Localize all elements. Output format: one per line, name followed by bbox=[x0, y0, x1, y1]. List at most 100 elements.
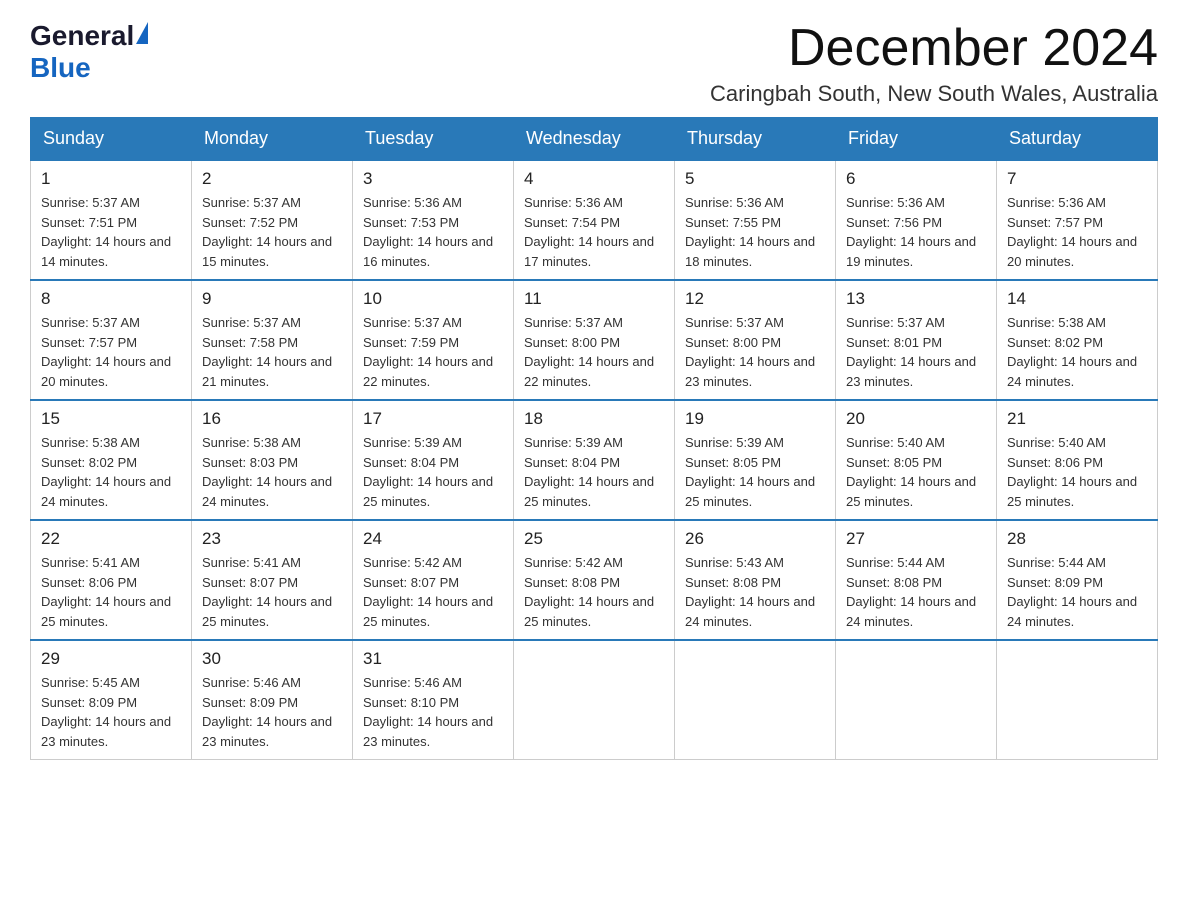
day-info: Sunrise: 5:39 AM Sunset: 8:04 PM Dayligh… bbox=[363, 433, 503, 511]
day-number: 26 bbox=[685, 529, 825, 549]
calendar-cell bbox=[836, 640, 997, 760]
title-block: December 2024 Caringbah South, New South… bbox=[710, 20, 1158, 107]
day-number: 27 bbox=[846, 529, 986, 549]
sunset-text: Sunset: 8:04 PM bbox=[363, 455, 459, 470]
calendar-week-row: 8 Sunrise: 5:37 AM Sunset: 7:57 PM Dayli… bbox=[31, 280, 1158, 400]
day-number: 30 bbox=[202, 649, 342, 669]
sunrise-text: Sunrise: 5:41 AM bbox=[202, 555, 301, 570]
calendar-week-row: 1 Sunrise: 5:37 AM Sunset: 7:51 PM Dayli… bbox=[31, 160, 1158, 280]
day-info: Sunrise: 5:36 AM Sunset: 7:56 PM Dayligh… bbox=[846, 193, 986, 271]
sunrise-text: Sunrise: 5:39 AM bbox=[363, 435, 462, 450]
sunrise-text: Sunrise: 5:36 AM bbox=[685, 195, 784, 210]
day-number: 3 bbox=[363, 169, 503, 189]
sunset-text: Sunset: 7:57 PM bbox=[41, 335, 137, 350]
calendar-cell: 29 Sunrise: 5:45 AM Sunset: 8:09 PM Dayl… bbox=[31, 640, 192, 760]
day-info: Sunrise: 5:46 AM Sunset: 8:10 PM Dayligh… bbox=[363, 673, 503, 751]
sunrise-text: Sunrise: 5:44 AM bbox=[846, 555, 945, 570]
sunrise-text: Sunrise: 5:36 AM bbox=[363, 195, 462, 210]
sunrise-text: Sunrise: 5:37 AM bbox=[41, 195, 140, 210]
calendar-cell: 6 Sunrise: 5:36 AM Sunset: 7:56 PM Dayli… bbox=[836, 160, 997, 280]
daylight-text: Daylight: 14 hours and 23 minutes. bbox=[685, 354, 815, 389]
sunrise-text: Sunrise: 5:41 AM bbox=[41, 555, 140, 570]
sunset-text: Sunset: 8:08 PM bbox=[524, 575, 620, 590]
sunset-text: Sunset: 8:06 PM bbox=[41, 575, 137, 590]
day-info: Sunrise: 5:36 AM Sunset: 7:55 PM Dayligh… bbox=[685, 193, 825, 271]
sunrise-text: Sunrise: 5:39 AM bbox=[685, 435, 784, 450]
day-number: 25 bbox=[524, 529, 664, 549]
sunset-text: Sunset: 8:07 PM bbox=[363, 575, 459, 590]
daylight-text: Daylight: 14 hours and 25 minutes. bbox=[202, 594, 332, 629]
sunset-text: Sunset: 8:01 PM bbox=[846, 335, 942, 350]
sunrise-text: Sunrise: 5:37 AM bbox=[363, 315, 462, 330]
logo-blue-text: Blue bbox=[30, 52, 91, 84]
sunset-text: Sunset: 8:06 PM bbox=[1007, 455, 1103, 470]
day-number: 2 bbox=[202, 169, 342, 189]
daylight-text: Daylight: 14 hours and 19 minutes. bbox=[846, 234, 976, 269]
sunset-text: Sunset: 8:09 PM bbox=[41, 695, 137, 710]
calendar-week-row: 22 Sunrise: 5:41 AM Sunset: 8:06 PM Dayl… bbox=[31, 520, 1158, 640]
daylight-text: Daylight: 14 hours and 15 minutes. bbox=[202, 234, 332, 269]
col-tuesday: Tuesday bbox=[353, 118, 514, 161]
day-info: Sunrise: 5:40 AM Sunset: 8:05 PM Dayligh… bbox=[846, 433, 986, 511]
sunrise-text: Sunrise: 5:44 AM bbox=[1007, 555, 1106, 570]
day-number: 10 bbox=[363, 289, 503, 309]
daylight-text: Daylight: 14 hours and 24 minutes. bbox=[846, 594, 976, 629]
sunset-text: Sunset: 8:08 PM bbox=[685, 575, 781, 590]
day-info: Sunrise: 5:38 AM Sunset: 8:02 PM Dayligh… bbox=[41, 433, 181, 511]
daylight-text: Daylight: 14 hours and 17 minutes. bbox=[524, 234, 654, 269]
sunset-text: Sunset: 7:55 PM bbox=[685, 215, 781, 230]
sunrise-text: Sunrise: 5:37 AM bbox=[41, 315, 140, 330]
day-info: Sunrise: 5:46 AM Sunset: 8:09 PM Dayligh… bbox=[202, 673, 342, 751]
logo: General Blue bbox=[30, 20, 148, 84]
day-number: 5 bbox=[685, 169, 825, 189]
sunrise-text: Sunrise: 5:38 AM bbox=[1007, 315, 1106, 330]
calendar-cell: 15 Sunrise: 5:38 AM Sunset: 8:02 PM Dayl… bbox=[31, 400, 192, 520]
day-number: 31 bbox=[363, 649, 503, 669]
daylight-text: Daylight: 14 hours and 23 minutes. bbox=[846, 354, 976, 389]
daylight-text: Daylight: 14 hours and 20 minutes. bbox=[41, 354, 171, 389]
day-info: Sunrise: 5:37 AM Sunset: 8:00 PM Dayligh… bbox=[524, 313, 664, 391]
day-info: Sunrise: 5:37 AM Sunset: 7:58 PM Dayligh… bbox=[202, 313, 342, 391]
day-info: Sunrise: 5:39 AM Sunset: 8:04 PM Dayligh… bbox=[524, 433, 664, 511]
day-info: Sunrise: 5:36 AM Sunset: 7:54 PM Dayligh… bbox=[524, 193, 664, 271]
calendar-cell: 8 Sunrise: 5:37 AM Sunset: 7:57 PM Dayli… bbox=[31, 280, 192, 400]
day-info: Sunrise: 5:37 AM Sunset: 7:52 PM Dayligh… bbox=[202, 193, 342, 271]
sunrise-text: Sunrise: 5:46 AM bbox=[363, 675, 462, 690]
day-number: 20 bbox=[846, 409, 986, 429]
sunset-text: Sunset: 8:09 PM bbox=[1007, 575, 1103, 590]
sunset-text: Sunset: 7:57 PM bbox=[1007, 215, 1103, 230]
calendar-cell: 11 Sunrise: 5:37 AM Sunset: 8:00 PM Dayl… bbox=[514, 280, 675, 400]
sunset-text: Sunset: 7:58 PM bbox=[202, 335, 298, 350]
day-number: 23 bbox=[202, 529, 342, 549]
sunset-text: Sunset: 7:59 PM bbox=[363, 335, 459, 350]
sunrise-text: Sunrise: 5:36 AM bbox=[1007, 195, 1106, 210]
logo-general-text: General bbox=[30, 20, 148, 52]
calendar-cell: 22 Sunrise: 5:41 AM Sunset: 8:06 PM Dayl… bbox=[31, 520, 192, 640]
daylight-text: Daylight: 14 hours and 25 minutes. bbox=[524, 474, 654, 509]
day-info: Sunrise: 5:45 AM Sunset: 8:09 PM Dayligh… bbox=[41, 673, 181, 751]
daylight-text: Daylight: 14 hours and 23 minutes. bbox=[363, 714, 493, 749]
calendar-cell: 26 Sunrise: 5:43 AM Sunset: 8:08 PM Dayl… bbox=[675, 520, 836, 640]
sunrise-text: Sunrise: 5:38 AM bbox=[202, 435, 301, 450]
calendar-cell: 14 Sunrise: 5:38 AM Sunset: 8:02 PM Dayl… bbox=[997, 280, 1158, 400]
calendar-cell: 13 Sunrise: 5:37 AM Sunset: 8:01 PM Dayl… bbox=[836, 280, 997, 400]
sunset-text: Sunset: 8:00 PM bbox=[685, 335, 781, 350]
day-info: Sunrise: 5:36 AM Sunset: 7:53 PM Dayligh… bbox=[363, 193, 503, 271]
daylight-text: Daylight: 14 hours and 16 minutes. bbox=[363, 234, 493, 269]
day-info: Sunrise: 5:44 AM Sunset: 8:08 PM Dayligh… bbox=[846, 553, 986, 631]
day-number: 21 bbox=[1007, 409, 1147, 429]
sunrise-text: Sunrise: 5:43 AM bbox=[685, 555, 784, 570]
sunrise-text: Sunrise: 5:45 AM bbox=[41, 675, 140, 690]
day-number: 1 bbox=[41, 169, 181, 189]
daylight-text: Daylight: 14 hours and 14 minutes. bbox=[41, 234, 171, 269]
day-number: 16 bbox=[202, 409, 342, 429]
sunset-text: Sunset: 8:08 PM bbox=[846, 575, 942, 590]
day-info: Sunrise: 5:39 AM Sunset: 8:05 PM Dayligh… bbox=[685, 433, 825, 511]
daylight-text: Daylight: 14 hours and 25 minutes. bbox=[524, 594, 654, 629]
day-info: Sunrise: 5:42 AM Sunset: 8:08 PM Dayligh… bbox=[524, 553, 664, 631]
calendar-cell: 21 Sunrise: 5:40 AM Sunset: 8:06 PM Dayl… bbox=[997, 400, 1158, 520]
daylight-text: Daylight: 14 hours and 25 minutes. bbox=[41, 594, 171, 629]
day-number: 13 bbox=[846, 289, 986, 309]
col-friday: Friday bbox=[836, 118, 997, 161]
col-monday: Monday bbox=[192, 118, 353, 161]
